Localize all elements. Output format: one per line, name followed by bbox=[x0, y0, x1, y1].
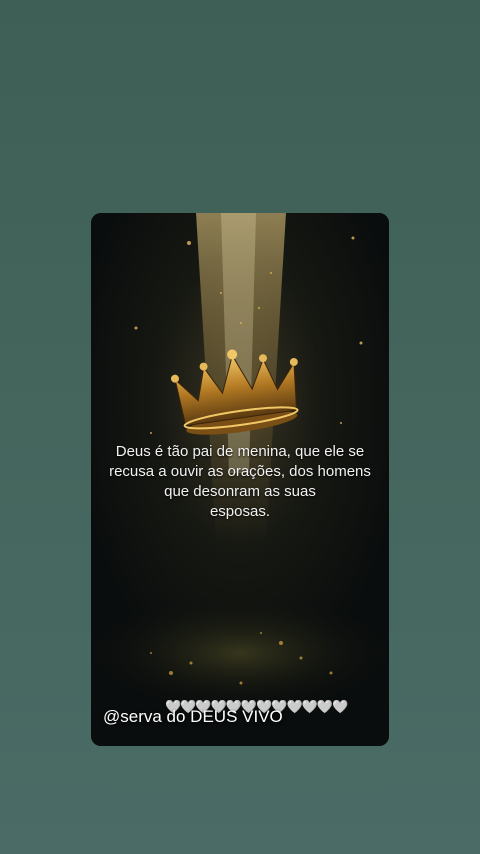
quote-line: Deus é tão pai de menina, que ele se bbox=[115, 443, 365, 460]
video-card[interactable]: Deus é tão pai de menina, que ele se rec… bbox=[91, 213, 389, 746]
quote-text: Deus é tão pai de menina, que ele se rec… bbox=[91, 442, 389, 522]
quote-line: recusa a ouvir as orações, dos homens bbox=[109, 463, 371, 480]
author-credit: @serva do DEUS VIVO bbox=[103, 707, 283, 726]
quote-line: esposas. bbox=[209, 503, 271, 520]
quote-line: que desonram as suas bbox=[164, 483, 316, 500]
